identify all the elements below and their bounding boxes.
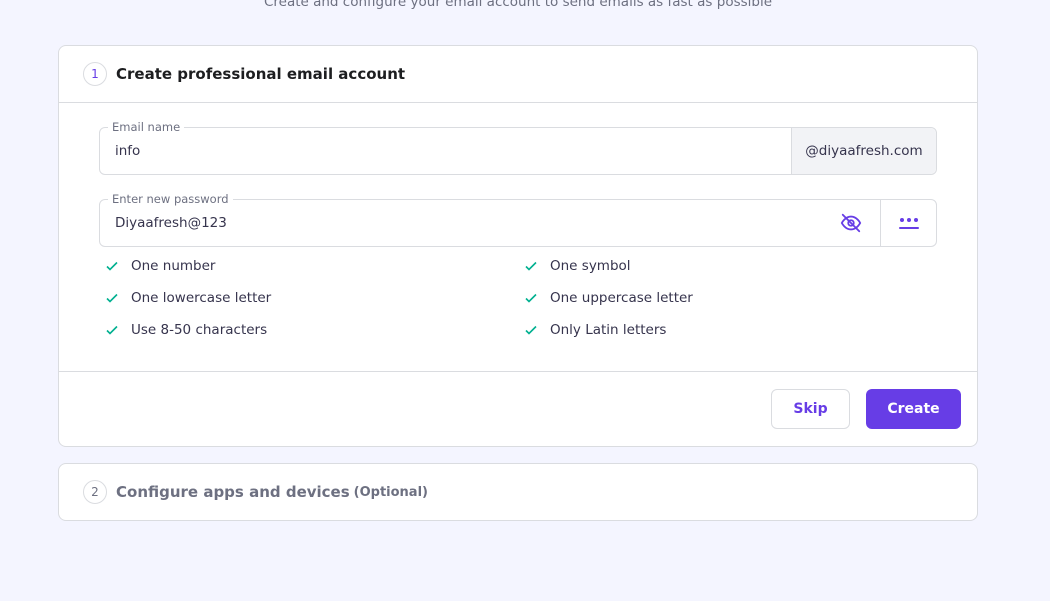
- check-icon: [524, 323, 538, 337]
- step-title: Configure apps and devices: [116, 483, 350, 501]
- requirement-label: One uppercase letter: [550, 290, 693, 306]
- requirement-item: One lowercase letter: [105, 287, 524, 309]
- check-icon: [105, 323, 119, 337]
- step-card-create-email: 1 Create professional email account Emai…: [58, 45, 978, 447]
- requirement-item: Only Latin letters: [524, 319, 945, 341]
- password-field: Enter new password Diyaafresh@123: [99, 191, 937, 247]
- email-name-label: Email name: [108, 119, 185, 135]
- step-title: Create professional email account: [116, 65, 406, 83]
- optional-tag: (Optional): [353, 484, 428, 500]
- requirement-label: Only Latin letters: [550, 322, 667, 338]
- skip-button[interactable]: Skip: [771, 389, 850, 429]
- step-number-badge: 2: [83, 480, 107, 504]
- requirement-label: One symbol: [550, 258, 631, 274]
- step-header[interactable]: 2 Configure apps and devices (Optional): [59, 464, 977, 520]
- step-header: 1 Create professional email account: [59, 46, 977, 103]
- dots-generate-icon[interactable]: [880, 200, 936, 246]
- email-name-field: Email name info @diyaafresh.com: [99, 119, 937, 175]
- step-footer: Skip Create: [59, 371, 977, 447]
- check-icon: [524, 291, 538, 305]
- requirement-item: One uppercase letter: [524, 287, 945, 309]
- requirement-label: Use 8-50 characters: [131, 322, 268, 338]
- requirement-item: Use 8-50 characters: [105, 319, 524, 341]
- create-button[interactable]: Create: [866, 389, 961, 429]
- eye-off-icon[interactable]: [822, 200, 880, 246]
- requirement-label: One number: [131, 258, 216, 274]
- check-icon: [105, 259, 119, 273]
- requirement-item: One number: [105, 255, 524, 277]
- page-subtitle: Create and configure your email account …: [263, 0, 773, 10]
- check-icon: [105, 291, 119, 305]
- requirement-label: One lowercase letter: [131, 290, 272, 306]
- domain-suffix: @diyaafresh.com: [791, 128, 936, 174]
- step-card-configure-apps[interactable]: 2 Configure apps and devices (Optional): [58, 463, 978, 521]
- step-number-badge: 1: [83, 62, 107, 86]
- requirement-item: One symbol: [524, 255, 945, 277]
- check-icon: [524, 259, 538, 273]
- password-label: Enter new password: [108, 191, 233, 207]
- email-name-input[interactable]: info: [100, 128, 791, 174]
- password-requirements: One number One symbol One lowercase lett…: [105, 255, 945, 341]
